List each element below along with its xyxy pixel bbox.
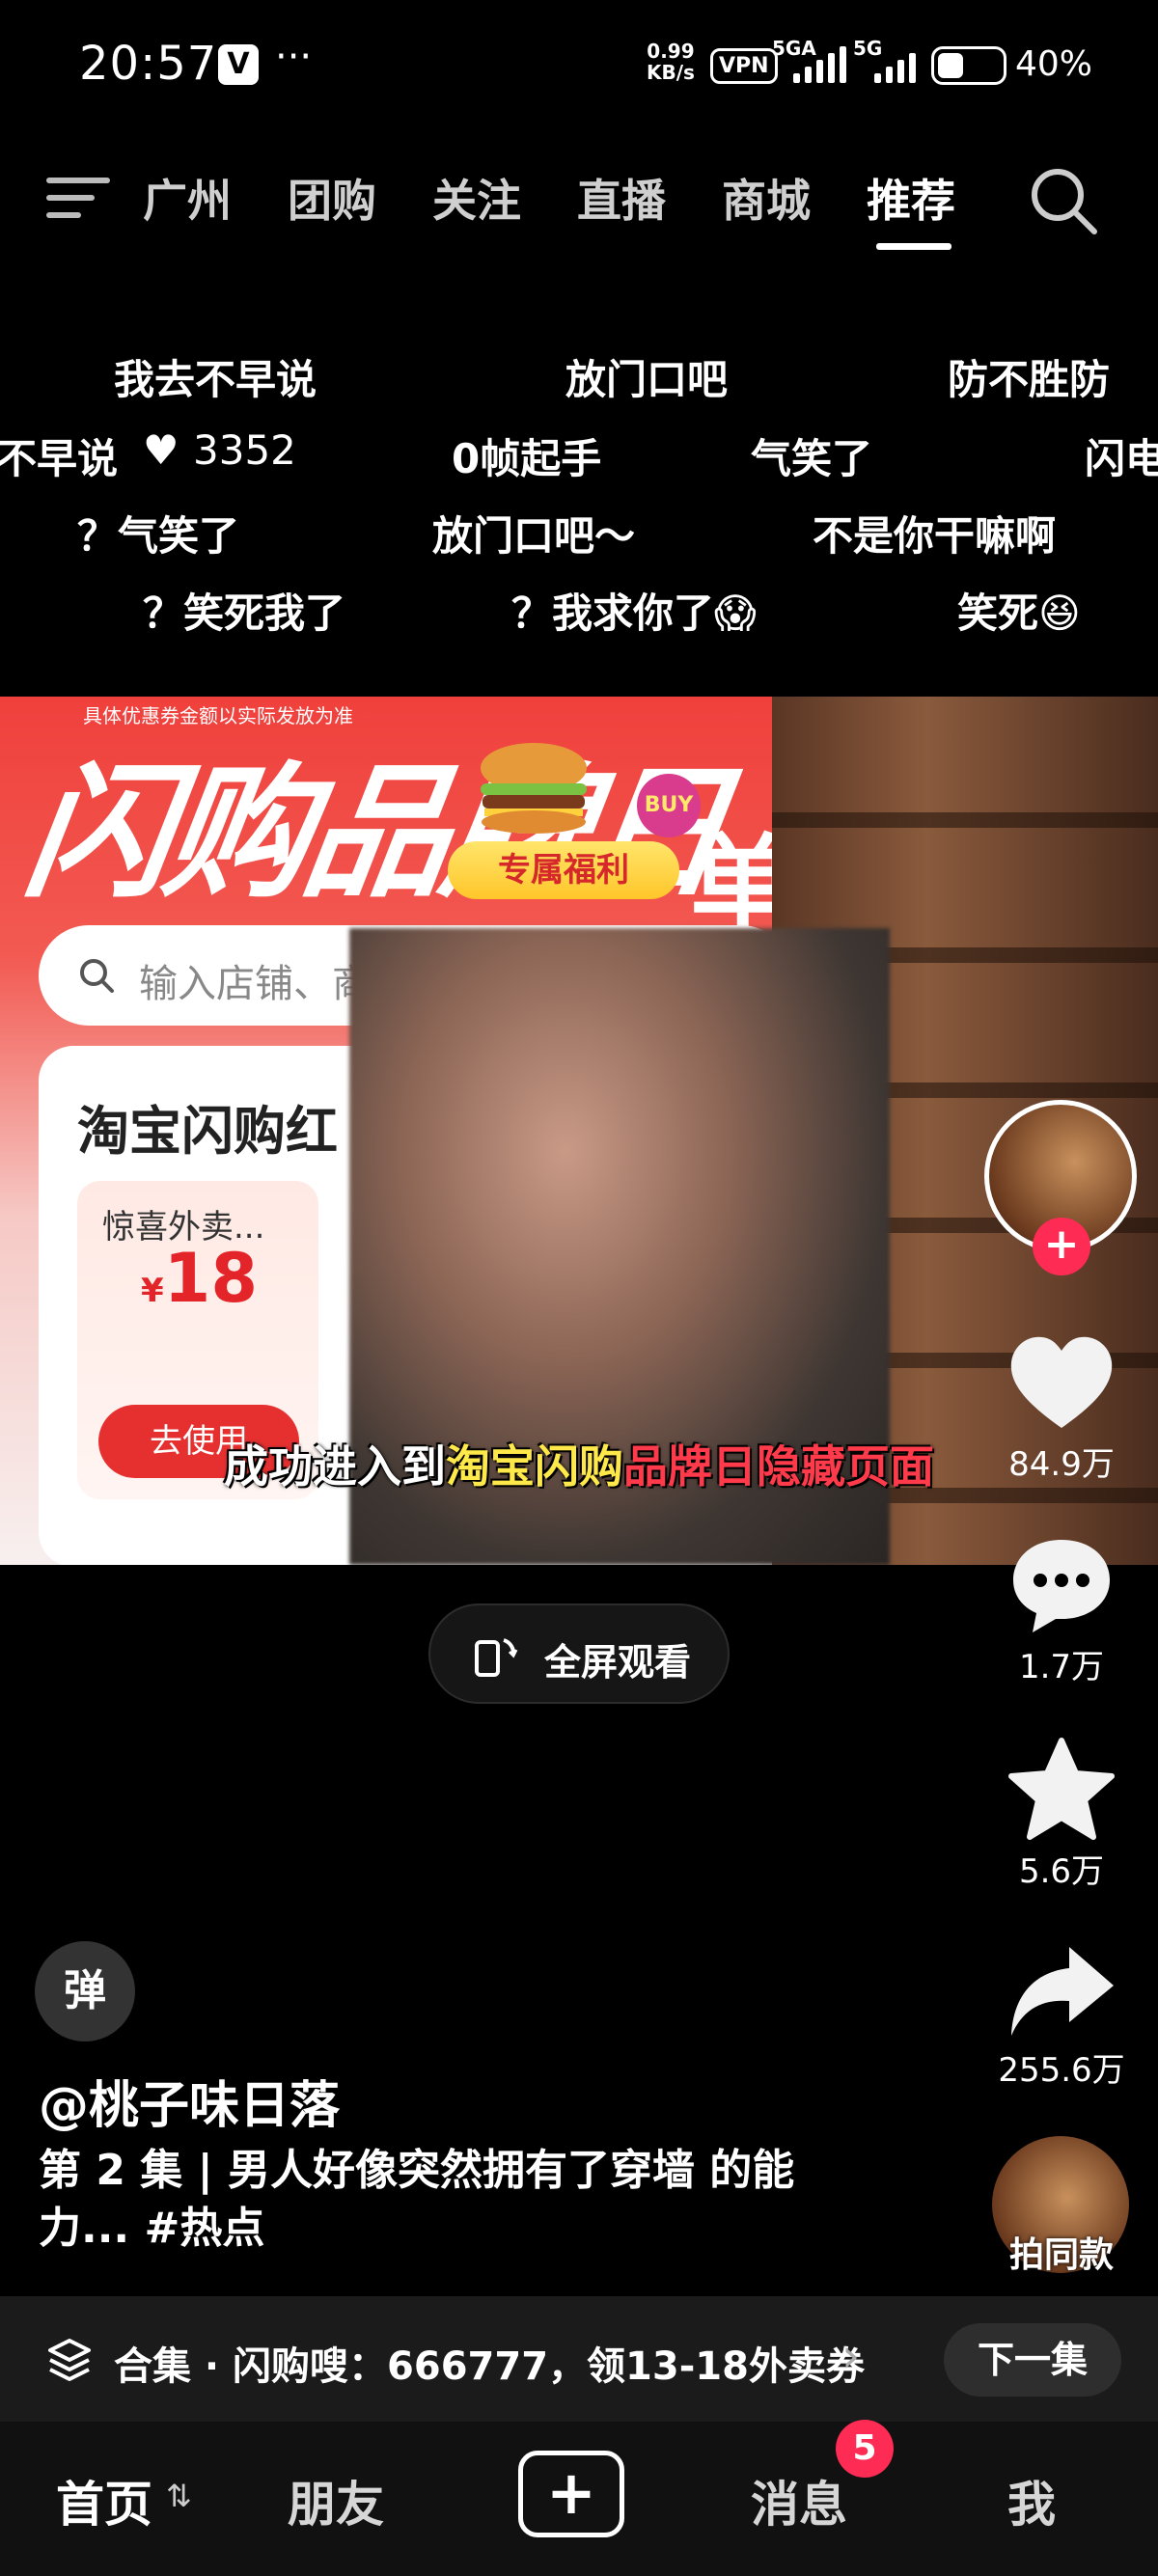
coupon-amount: ¥18 (141, 1239, 258, 1318)
tab-group-buy[interactable]: 团购 (288, 166, 376, 230)
favorite-count: 5.6万 (1018, 1852, 1105, 1891)
search-icon[interactable] (1027, 164, 1102, 239)
comment-bubble-icon[interactable] (1004, 1528, 1119, 1644)
tab-friends[interactable]: 朋友 (288, 2466, 384, 2535)
caption-part: 成功进入到 (224, 1440, 446, 1493)
video-description[interactable]: 第 2 集 | 男人好像突然拥有了穿墙 的能力... #热点 (39, 2142, 830, 2258)
promo-search-placeholder: 输入店铺、商 (139, 962, 371, 1006)
tab-recommended[interactable]: 推荐 (867, 166, 955, 230)
notification-app-icon: V (218, 44, 259, 85)
fullscreen-button[interactable]: 全屏观看 (428, 1603, 730, 1704)
top-nav: 广州 团购 关注 直播 商城 推荐 (0, 154, 1158, 260)
same-style-label[interactable]: 拍同款 (965, 2227, 1158, 2277)
share-arrow-icon[interactable] (1004, 1937, 1119, 2053)
danmaku-like-count: 3352 (193, 426, 296, 474)
search-icon (80, 959, 114, 993)
promo-card-title: 淘宝闪购红 (77, 1101, 338, 1162)
danmaku-comment: 防不胜防 (948, 356, 1111, 403)
danmaku-comment: 不早说 (0, 435, 119, 482)
danmaku-comment: 不是你干嘛啊 (813, 512, 1057, 560)
network-speed: 0.99 KB/s (647, 41, 695, 83)
danmaku-comment: ？我求你了😱 (511, 589, 757, 637)
create-post-button[interactable]: + (518, 2451, 624, 2537)
danmaku-comment: 放门口吧～ (432, 512, 636, 560)
danmaku-heart-icon: ♥ (143, 426, 179, 474)
next-episode-button[interactable]: 下一集 (944, 2323, 1121, 2397)
tab-messages[interactable]: 消息 (751, 2466, 847, 2535)
danmaku-toggle-button[interactable]: 弹 (35, 1941, 135, 2042)
burger-icon (481, 743, 587, 834)
tab-mall[interactable]: 商城 (722, 166, 811, 230)
network-speed-value: 0.99 (647, 40, 695, 63)
collection-bar[interactable]: 合集 · 闪购嗖：666777，领13-18外卖券 › 下一集 (0, 2296, 1158, 2422)
like-heart-icon[interactable] (1004, 1328, 1119, 1443)
comment-count: 1.7万 (1018, 1648, 1105, 1686)
tab-me[interactable]: 我 (1007, 2466, 1056, 2535)
coupon-currency: ¥ (141, 1272, 164, 1310)
collection-title: 合集 · 闪购嗖：666777，领13-18外卖券 (114, 2344, 865, 2389)
author-name[interactable]: @桃子味日落 (39, 2065, 340, 2137)
tab-home[interactable]: 首页 (56, 2466, 152, 2535)
rotate-phone-icon (475, 1638, 518, 1677)
coupon-value: 18 (163, 1239, 259, 1318)
danmaku-comment: 气笑了 (751, 435, 873, 482)
danmaku-comment: 0帧起手 (452, 435, 602, 482)
benefit-banner: 专属福利 (448, 841, 679, 899)
battery-percent: 40% (1015, 44, 1093, 84)
sort-switch-icon[interactable]: ⇅ (166, 2478, 192, 2514)
caption-highlight-red: 品牌日隐藏页面 (623, 1440, 934, 1493)
danmaku-comment: 我去不早说 (114, 356, 317, 403)
danmaku-comment: ？气笑了 (77, 512, 240, 560)
signal-sim2-icon: 5G (853, 37, 930, 85)
signal-sim1-icon: 5GA (772, 37, 849, 85)
video-player[interactable]: 具体优惠券金额以实际发放为准 闪购品牌日 BUY 专属福利 单 输入店铺、商 索… (0, 697, 1158, 1565)
more-notifications-icon: ··· (275, 35, 313, 79)
like-count: 84.9万 (1008, 1445, 1115, 1484)
menu-icon[interactable] (46, 174, 110, 222)
follow-button[interactable]: + (1033, 1218, 1090, 1275)
fullscreen-label: 全屏观看 (544, 1641, 692, 1684)
favorite-star-icon[interactable] (1004, 1733, 1119, 1849)
tab-live[interactable]: 直播 (577, 166, 666, 230)
bottom-tab-bar: 首页 ⇅ 朋友 + 消息 5 我 (0, 2420, 1158, 2576)
battery-icon (931, 46, 1006, 85)
active-tab-indicator (876, 243, 951, 250)
caption-highlight-yellow: 淘宝闪购 (446, 1440, 623, 1493)
tab-guangzhou[interactable]: 广州 (143, 166, 232, 230)
messages-badge: 5 (836, 2420, 894, 2478)
clock: 20:57 (79, 37, 218, 91)
share-count: 255.6万 (998, 2051, 1125, 2090)
vpn-icon: VPN (710, 48, 778, 84)
tab-following[interactable]: 关注 (432, 166, 521, 230)
danmaku-comment: 闪电 (1085, 435, 1158, 482)
status-bar: 20:57 V ··· 0.99 KB/s VPN 5GA 5G 40% (0, 0, 1158, 135)
chevron-right-icon: › (841, 2329, 861, 2383)
danmaku-comment: ？笑死我了 (143, 589, 346, 637)
network-speed-unit: KB/s (647, 61, 695, 84)
danmaku-comment: 放门口吧 (565, 356, 729, 403)
danmaku-comment: 笑死😆 (957, 589, 1081, 637)
collection-layers-icon (48, 2339, 91, 2381)
